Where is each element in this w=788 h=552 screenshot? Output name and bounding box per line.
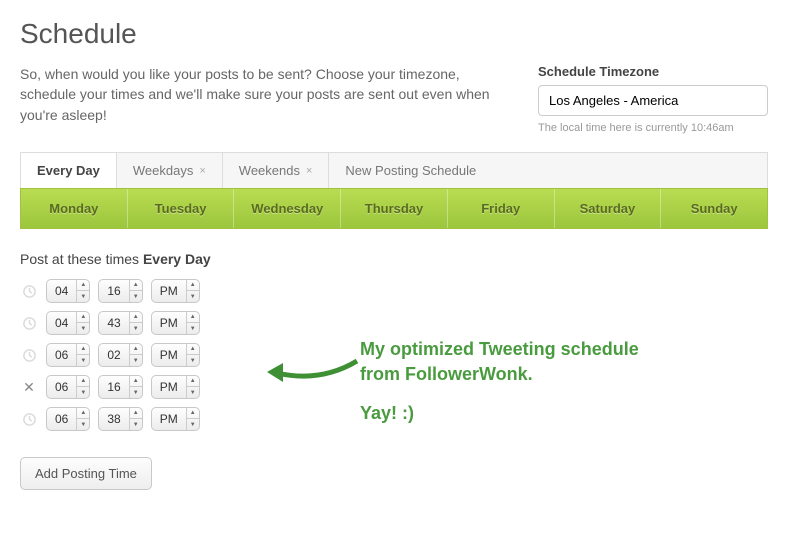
stepper-up-icon[interactable]: ▲ — [187, 311, 199, 323]
annotation-line: from FollowerWonk. — [360, 362, 639, 387]
tab-label: Weekdays — [133, 163, 193, 178]
stepper-down-icon[interactable]: ▼ — [187, 387, 199, 399]
stepper-down-icon[interactable]: ▼ — [77, 355, 89, 367]
day-bar: Monday Tuesday Wednesday Thursday Friday… — [20, 188, 768, 229]
stepper-up-icon[interactable]: ▲ — [77, 343, 89, 355]
clock-icon — [20, 282, 38, 300]
hour-stepper[interactable]: 04▲▼ — [46, 311, 90, 335]
stepper-down-icon[interactable]: ▼ — [130, 323, 142, 335]
minute-stepper[interactable]: 43▲▼ — [98, 311, 142, 335]
post-label-prefix: Post at these times — [20, 251, 143, 267]
day-wednesday[interactable]: Wednesday — [234, 189, 341, 228]
stepper-up-icon[interactable]: ▲ — [130, 311, 142, 323]
hour-stepper[interactable]: 06▲▼ — [46, 407, 90, 431]
timezone-hint: The local time here is currently 10:46am — [538, 122, 768, 134]
hour-stepper[interactable]: 06▲▼ — [46, 375, 90, 399]
post-label-bold: Every Day — [143, 251, 211, 267]
stepper-value: 43 — [99, 316, 128, 330]
timezone-input[interactable] — [538, 85, 768, 116]
ampm-stepper[interactable]: PM▲▼ — [151, 407, 200, 431]
stepper-down-icon[interactable]: ▼ — [77, 323, 89, 335]
stepper-down-icon[interactable]: ▼ — [130, 355, 142, 367]
stepper-up-icon[interactable]: ▲ — [130, 279, 142, 291]
tab-weekends[interactable]: Weekends × — [223, 153, 330, 188]
stepper-value: PM — [152, 348, 186, 362]
minute-stepper[interactable]: 16▲▼ — [98, 375, 142, 399]
stepper-up-icon[interactable]: ▲ — [187, 407, 199, 419]
day-friday[interactable]: Friday — [448, 189, 555, 228]
stepper-value: 16 — [99, 284, 128, 298]
day-tuesday[interactable]: Tuesday — [128, 189, 235, 228]
stepper-up-icon[interactable]: ▲ — [130, 375, 142, 387]
stepper-down-icon[interactable]: ▼ — [130, 291, 142, 303]
time-row: 04▲▼16▲▼PM▲▼ — [20, 279, 768, 303]
hour-stepper[interactable]: 06▲▼ — [46, 343, 90, 367]
stepper-down-icon[interactable]: ▼ — [130, 419, 142, 431]
ampm-stepper[interactable]: PM▲▼ — [151, 343, 200, 367]
stepper-value: 04 — [47, 316, 76, 330]
day-thursday[interactable]: Thursday — [341, 189, 448, 228]
day-sunday[interactable]: Sunday — [661, 189, 767, 228]
stepper-value: 04 — [47, 284, 76, 298]
tab-every-day[interactable]: Every Day — [21, 153, 117, 188]
stepper-value: 06 — [47, 380, 76, 394]
annotation-line: My optimized Tweeting schedule — [360, 337, 639, 362]
tab-label: Weekends — [239, 163, 300, 178]
stepper-value: 38 — [99, 412, 128, 426]
stepper-down-icon[interactable]: ▼ — [77, 291, 89, 303]
stepper-up-icon[interactable]: ▲ — [187, 343, 199, 355]
stepper-value: PM — [152, 316, 186, 330]
clock-icon — [20, 314, 38, 332]
day-saturday[interactable]: Saturday — [555, 189, 662, 228]
stepper-value: PM — [152, 380, 186, 394]
stepper-value: 02 — [99, 348, 128, 362]
annotation-line: Yay! :) — [360, 401, 639, 426]
clock-icon — [20, 410, 38, 428]
close-icon[interactable]: × — [306, 165, 312, 177]
minute-stepper[interactable]: 16▲▼ — [98, 279, 142, 303]
stepper-down-icon[interactable]: ▼ — [130, 387, 142, 399]
stepper-up-icon[interactable]: ▲ — [77, 311, 89, 323]
ampm-stepper[interactable]: PM▲▼ — [151, 375, 200, 399]
tab-label: Every Day — [37, 163, 100, 178]
stepper-down-icon[interactable]: ▼ — [77, 419, 89, 431]
stepper-up-icon[interactable]: ▲ — [187, 375, 199, 387]
clock-icon — [20, 346, 38, 364]
stepper-value: 16 — [99, 380, 128, 394]
hour-stepper[interactable]: 04▲▼ — [46, 279, 90, 303]
tab-label: New Posting Schedule — [345, 163, 476, 178]
stepper-up-icon[interactable]: ▲ — [187, 279, 199, 291]
stepper-down-icon[interactable]: ▼ — [77, 387, 89, 399]
add-posting-time-button[interactable]: Add Posting Time — [20, 457, 152, 490]
delete-time-icon[interactable]: ✕ — [20, 378, 38, 396]
stepper-down-icon[interactable]: ▼ — [187, 355, 199, 367]
tab-weekdays[interactable]: Weekdays × — [117, 153, 223, 188]
day-monday[interactable]: Monday — [21, 189, 128, 228]
stepper-up-icon[interactable]: ▲ — [130, 407, 142, 419]
stepper-up-icon[interactable]: ▲ — [77, 279, 89, 291]
stepper-up-icon[interactable]: ▲ — [77, 407, 89, 419]
minute-stepper[interactable]: 38▲▼ — [98, 407, 142, 431]
annotation-text: My optimized Tweeting schedule from Foll… — [360, 337, 639, 427]
tab-new-schedule[interactable]: New Posting Schedule — [329, 153, 767, 188]
stepper-down-icon[interactable]: ▼ — [187, 291, 199, 303]
stepper-value: PM — [152, 412, 186, 426]
stepper-value: PM — [152, 284, 186, 298]
ampm-stepper[interactable]: PM▲▼ — [151, 311, 200, 335]
schedule-tabs: Every Day Weekdays × Weekends × New Postin… — [20, 152, 768, 188]
stepper-down-icon[interactable]: ▼ — [187, 419, 199, 431]
ampm-stepper[interactable]: PM▲▼ — [151, 279, 200, 303]
close-icon[interactable]: × — [199, 165, 205, 177]
stepper-up-icon[interactable]: ▲ — [130, 343, 142, 355]
stepper-up-icon[interactable]: ▲ — [77, 375, 89, 387]
stepper-value: 06 — [47, 348, 76, 362]
timezone-label: Schedule Timezone — [538, 64, 768, 79]
page-title: Schedule — [20, 18, 768, 50]
time-row: 04▲▼43▲▼PM▲▼ — [20, 311, 768, 335]
stepper-value: 06 — [47, 412, 76, 426]
stepper-down-icon[interactable]: ▼ — [187, 323, 199, 335]
post-times-label: Post at these times Every Day — [20, 251, 768, 267]
minute-stepper[interactable]: 02▲▼ — [98, 343, 142, 367]
intro-text: So, when would you like your posts to be… — [20, 64, 518, 134]
